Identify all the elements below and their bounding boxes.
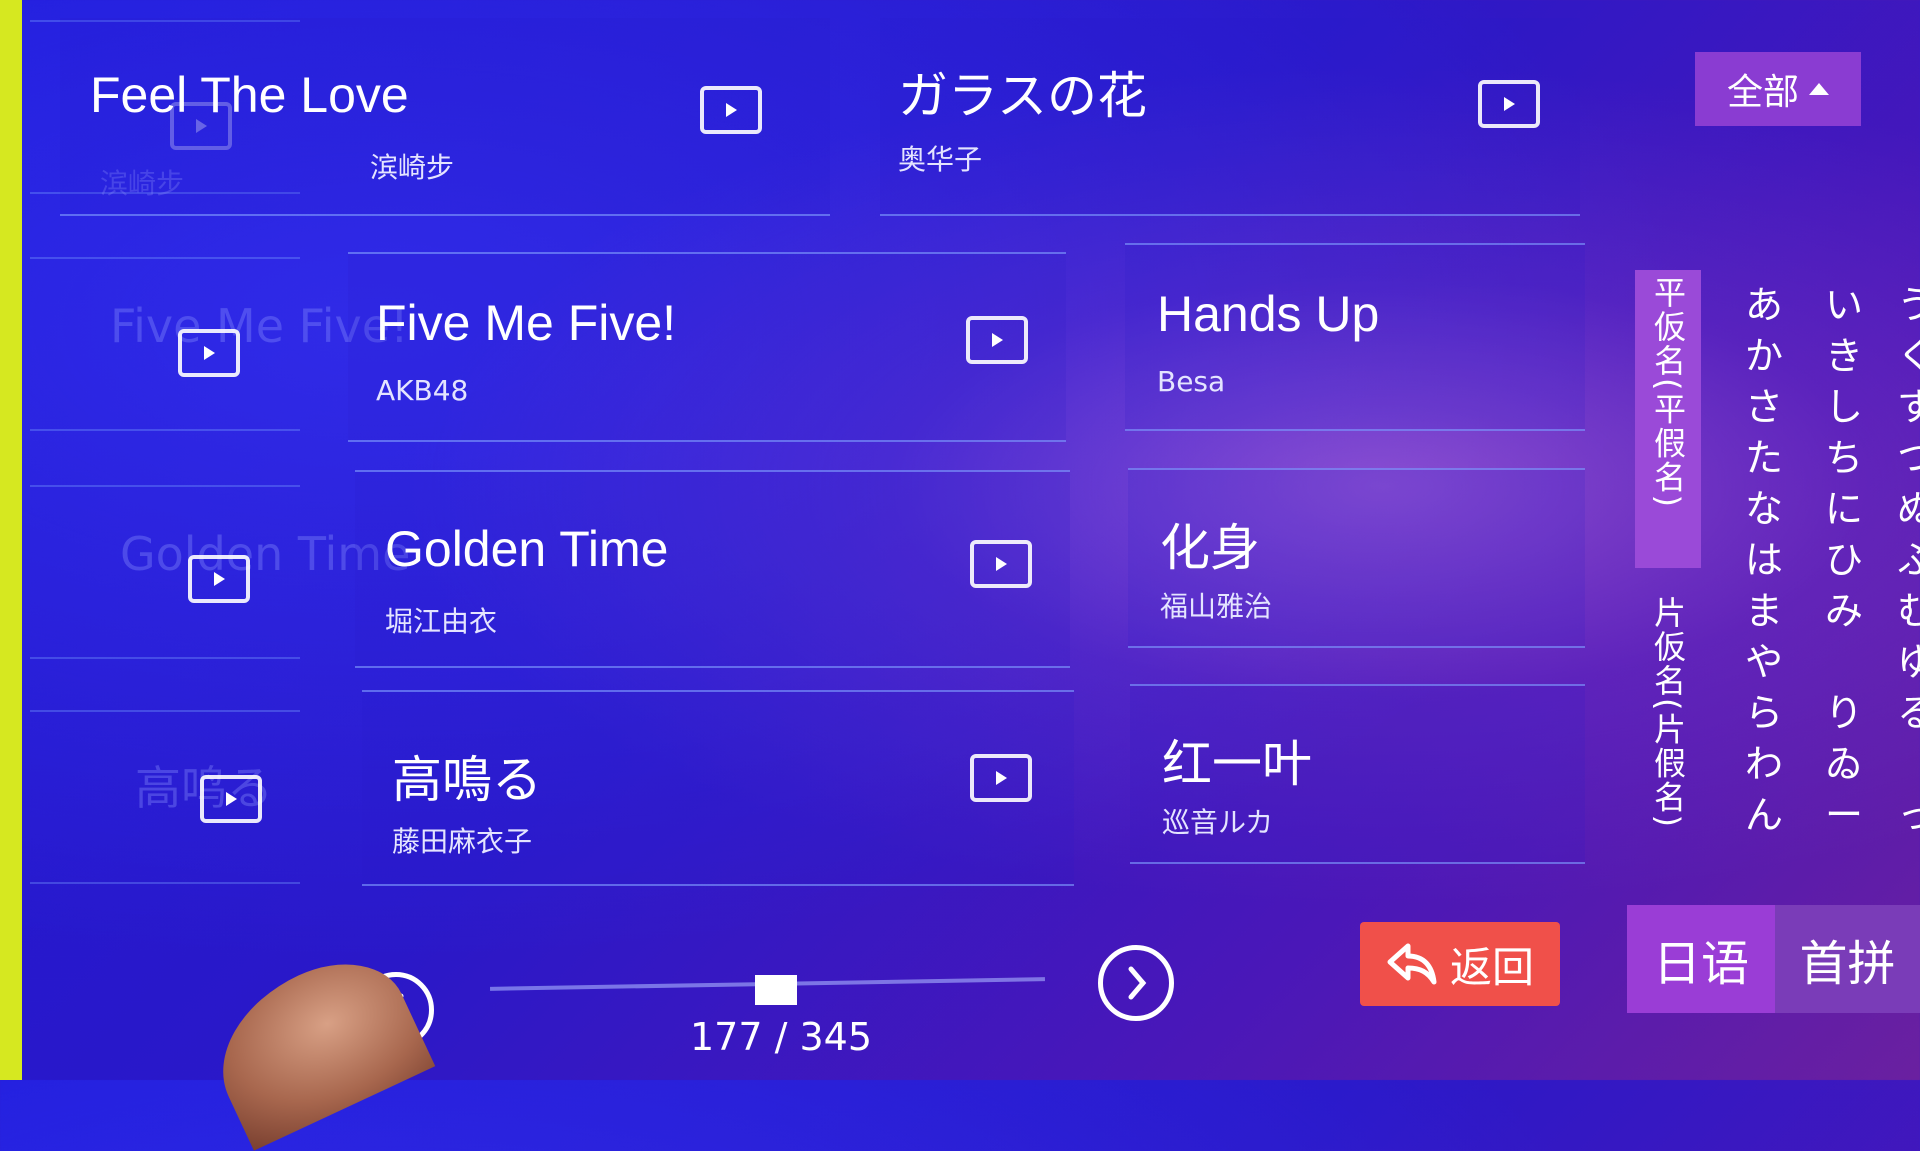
tab-hiragana-label: 平仮名(平假名) <box>1649 276 1687 509</box>
play-button[interactable] <box>188 555 250 603</box>
kana-key[interactable]: つ <box>1897 433 1920 484</box>
play-icon <box>991 333 1003 347</box>
kana-key[interactable]: ゐ <box>1825 739 1863 790</box>
song-title: 高鳴る <box>392 752 542 808</box>
kana-key[interactable]: う <box>1897 280 1920 331</box>
song-card[interactable]: 高鳴る 藤田麻衣子 <box>362 690 1074 886</box>
japanese-button[interactable]: 日语 <box>1627 905 1775 1013</box>
kana-key[interactable]: る <box>1897 688 1920 739</box>
song-artist: 滨崎步 <box>370 151 455 184</box>
chevron-right-icon <box>1128 966 1147 1000</box>
kana-key[interactable]: ふ <box>1897 535 1920 586</box>
play-button[interactable] <box>970 540 1032 588</box>
play-icon <box>725 103 737 117</box>
song-title: Five Me Five! <box>376 295 677 351</box>
song-title: Golden Time <box>385 521 669 577</box>
song-card[interactable]: Golden Time 堀江由衣 <box>355 470 1070 668</box>
ghost-row: 高鸣る <box>30 710 300 884</box>
song-artist: 福山雅治 <box>1160 590 1273 623</box>
kana-key[interactable]: ひ <box>1825 535 1863 586</box>
song-title: Feel The Love <box>90 67 409 123</box>
play-icon <box>1503 97 1515 111</box>
play-button[interactable] <box>966 316 1028 364</box>
kana-key[interactable]: ま <box>1745 586 1783 637</box>
song-card[interactable]: Hands Up Besa <box>1125 243 1585 431</box>
next-page-button[interactable] <box>1098 945 1174 1021</box>
page-indicator: 177 / 345 <box>690 1015 873 1059</box>
caret-up-icon <box>1809 83 1829 95</box>
play-button[interactable] <box>200 775 262 823</box>
song-artist: 藤田麻衣子 <box>392 825 533 858</box>
kana-column-u: うくすつぬふむゆるっ <box>1897 280 1920 841</box>
song-artist: 巡音ルカ <box>1162 806 1274 839</box>
ghost-row: Golden Time <box>30 485 410 659</box>
kana-key[interactable]: ぬ <box>1897 484 1920 535</box>
song-title: ガラスの花 <box>898 68 1147 124</box>
play-button[interactable] <box>970 754 1032 802</box>
play-button[interactable] <box>700 86 762 134</box>
kana-index-panel: 平仮名(平假名) 片仮名(片假名) あかさたなはまやらわん いきしちにひみりゐー… <box>1635 270 1920 870</box>
tab-hiragana[interactable]: 平仮名(平假名) <box>1635 270 1701 568</box>
user-finger <box>194 939 436 1151</box>
kana-key[interactable]: さ <box>1745 382 1783 433</box>
play-icon <box>203 346 215 360</box>
song-card[interactable]: Feel The Love 滨崎步 <box>60 18 830 216</box>
kana-key[interactable]: か <box>1745 331 1783 382</box>
play-button[interactable] <box>1478 80 1540 128</box>
kana-key[interactable]: す <box>1897 382 1920 433</box>
kana-key[interactable]: っ <box>1897 790 1920 841</box>
pinyin-button[interactable]: 首拼 <box>1775 905 1920 1013</box>
kana-key[interactable]: は <box>1745 535 1783 586</box>
language-switch: 日语 首拼 <box>1627 905 1920 1013</box>
back-button[interactable]: 返回 <box>1360 922 1560 1006</box>
tab-katakana[interactable]: 片仮名(片假名) <box>1635 590 1701 850</box>
ghost-row: Five Me Five! <box>30 257 409 431</box>
play-icon <box>995 557 1007 571</box>
page-slider-thumb[interactable] <box>755 975 797 1005</box>
kana-column-i: いきしちにひみりゐー <box>1825 280 1863 841</box>
kana-key[interactable]: や <box>1745 637 1783 688</box>
song-card[interactable]: ガラスの花 奥华子 <box>880 18 1580 216</box>
back-label: 返回 <box>1449 942 1534 992</box>
all-filter-button[interactable]: 全部 <box>1695 52 1861 126</box>
kana-column-a: あかさたなはまやらわん <box>1745 280 1783 841</box>
song-title: 化身 <box>1160 520 1260 576</box>
song-artist: Besa <box>1157 365 1226 398</box>
kana-key[interactable]: ー <box>1825 790 1863 841</box>
song-artist: 堀江由衣 <box>385 605 498 638</box>
kana-key[interactable]: み <box>1825 586 1863 637</box>
kana-key[interactable]: ん <box>1745 790 1783 841</box>
kana-key[interactable]: あ <box>1745 280 1783 331</box>
kana-key[interactable]: な <box>1745 484 1783 535</box>
kana-key[interactable]: く <box>1897 331 1920 382</box>
play-button[interactable] <box>178 329 240 377</box>
song-card[interactable]: Five Me Five! AKB48 <box>348 252 1066 442</box>
kana-key[interactable]: り <box>1825 688 1863 739</box>
song-artist: 奥华子 <box>898 143 983 176</box>
kana-key[interactable]: し <box>1825 382 1863 433</box>
kana-key[interactable]: に <box>1825 484 1863 535</box>
kana-key[interactable]: む <box>1897 586 1920 637</box>
play-icon <box>225 792 237 806</box>
song-title: Hands Up <box>1157 286 1380 342</box>
play-icon <box>213 572 225 586</box>
song-title: 红一叶 <box>1162 736 1312 792</box>
undo-arrow-icon <box>1387 943 1437 985</box>
song-card[interactable]: 化身 福山雅治 <box>1128 468 1585 648</box>
kana-key[interactable]: き <box>1825 331 1863 382</box>
kana-key[interactable]: ゆ <box>1897 637 1920 688</box>
song-artist: AKB48 <box>376 374 469 407</box>
kana-key[interactable]: い <box>1825 280 1863 331</box>
play-icon <box>995 771 1007 785</box>
kana-key[interactable]: ち <box>1825 433 1863 484</box>
tab-katakana-label: 片仮名(片假名) <box>1649 596 1687 829</box>
kana-key[interactable]: わ <box>1745 739 1783 790</box>
song-card[interactable]: 红一叶 巡音ルカ <box>1130 684 1585 864</box>
kana-key[interactable]: た <box>1745 433 1783 484</box>
kana-key[interactable]: ら <box>1745 688 1783 739</box>
filter-label: 全部 <box>1726 72 1799 113</box>
